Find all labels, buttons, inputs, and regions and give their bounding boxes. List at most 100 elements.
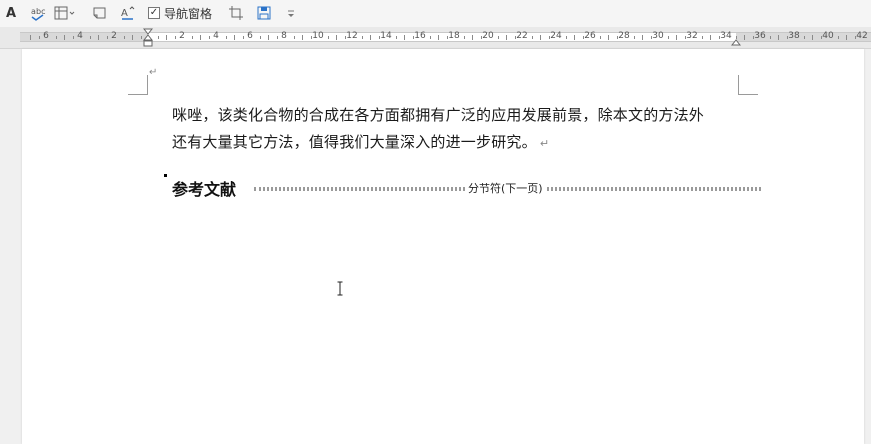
ruler-tick	[345, 36, 346, 39]
ruler-tick	[438, 35, 439, 40]
ruler-tick	[778, 35, 779, 40]
ruler-tick	[617, 36, 618, 39]
nav-pane-checkbox[interactable]: ✓	[148, 7, 160, 19]
ruler-label: 4	[77, 31, 83, 41]
ruler-label: 36	[754, 31, 766, 41]
body-paragraph-line-1[interactable]: 咪唑，该类化合物的合成在各方面都拥有广泛的应用发展前景，除本文的方法外	[172, 104, 772, 125]
ruler-tick	[30, 35, 31, 40]
ruler-tick	[812, 35, 813, 40]
ruler-tick	[302, 35, 303, 40]
ruler-tick	[268, 35, 269, 40]
ruler-tick	[396, 36, 397, 39]
ruler-tick	[90, 36, 91, 39]
first-line-indent-marker[interactable]	[143, 28, 153, 48]
ruler-tick	[719, 36, 720, 39]
ruler-tick	[608, 35, 609, 40]
ruler-tick	[328, 36, 329, 39]
ruler-tick	[192, 36, 193, 39]
ruler-tick	[98, 35, 99, 40]
ruler-tick	[430, 36, 431, 39]
ruler-tick	[838, 36, 839, 39]
ruler-tick	[855, 36, 856, 39]
ruler-label: 6	[43, 31, 49, 41]
ruler-tick	[506, 35, 507, 40]
top-right-margin-mark	[738, 75, 758, 95]
ruler-label: 32	[686, 31, 698, 41]
save-as-icon[interactable]	[256, 4, 274, 22]
ruler-tick	[464, 36, 465, 39]
ruler-label: 20	[482, 31, 494, 41]
ruler-tick	[685, 36, 686, 39]
ruler-tick	[770, 36, 771, 39]
text-box-icon[interactable]	[92, 4, 108, 22]
ruler-label: 10	[312, 31, 324, 41]
document-page[interactable]: ↵ 咪唑，该类化合物的合成在各方面都拥有广泛的应用发展前景，除本文的方法外 还有…	[22, 49, 864, 444]
ruler-tick	[124, 36, 125, 39]
body-paragraph-line-2[interactable]: 还有大量其它方法，值得我们大量深入的进一步研究。 ↵	[172, 131, 772, 152]
ruler-tick	[56, 36, 57, 39]
ruler-tick	[370, 35, 371, 40]
ruler-tick	[753, 36, 754, 39]
ruler-text-area	[148, 32, 736, 42]
ruler-tick	[379, 36, 380, 39]
ruler-tick	[532, 36, 533, 39]
ruler-tick	[141, 36, 142, 39]
ruler-tick	[787, 36, 788, 39]
ruler-tick	[175, 36, 176, 39]
ruler-label: 40	[822, 31, 834, 41]
ruler-tick	[39, 36, 40, 39]
ruler-tick	[226, 36, 227, 39]
document-workspace: ↵ 咪唑，该类化合物的合成在各方面都拥有广泛的应用发展前景，除本文的方法外 还有…	[0, 49, 871, 444]
ruler-tick	[277, 36, 278, 39]
ruler-label: 22	[516, 31, 528, 41]
ruler-tick	[668, 36, 669, 39]
ruler-tick	[336, 35, 337, 40]
ruler-tick	[73, 36, 74, 39]
section-break-label: 分节符(下一页)	[465, 180, 546, 196]
ruler-label: 14	[380, 31, 392, 41]
horizontal-ruler[interactable]: 6 4 2 2 4 6 8 10 12 14 16 18 20 22 24 26 28 30 32 34 36 38 40 4…	[0, 27, 871, 49]
ruler-label: 42	[856, 31, 868, 41]
ruler-tick	[566, 36, 567, 39]
quick-toolbar: A a bc A ✓ 导航窗格	[0, 0, 871, 27]
ruler-tick	[676, 35, 677, 40]
ruler-label: 28	[618, 31, 630, 41]
top-left-margin-mark	[128, 75, 148, 95]
references-heading[interactable]: 参考文献	[172, 176, 236, 200]
text-cursor-icon	[337, 281, 343, 296]
ruler-tick	[574, 35, 575, 40]
ruler-tick	[234, 35, 235, 40]
ruler-tick	[362, 36, 363, 39]
spell-check-icon[interactable]: a bc	[30, 4, 50, 22]
font-icon[interactable]: A	[6, 4, 16, 22]
ruler-tick	[498, 36, 499, 39]
ruler-tick	[107, 36, 108, 39]
customize-toolbar-icon[interactable]	[287, 4, 295, 22]
ruler-tick	[413, 36, 414, 39]
page-margin-icon[interactable]	[53, 4, 75, 22]
ruler-tick	[243, 36, 244, 39]
ruler-label: 24	[550, 31, 562, 41]
ruler-tick	[744, 35, 745, 40]
ruler-tick	[821, 36, 822, 39]
ruler-label: 2	[111, 31, 117, 41]
ruler-tick	[600, 36, 601, 39]
text-direction-icon[interactable]: A	[119, 4, 135, 22]
ruler-tick	[515, 36, 516, 39]
paragraph-format-bullet	[164, 174, 167, 177]
svg-text:A: A	[121, 8, 128, 19]
ruler-tick	[634, 36, 635, 39]
ruler-tick	[583, 36, 584, 39]
ruler-tick	[710, 35, 711, 40]
ruler-label: 30	[652, 31, 664, 41]
ruler-label: 6	[247, 31, 253, 41]
ruler-tick	[447, 36, 448, 39]
ruler-label: 4	[213, 31, 219, 41]
right-indent-marker[interactable]	[731, 37, 741, 47]
ruler-tick	[651, 36, 652, 39]
nav-pane-toggle[interactable]: ✓ 导航窗格	[148, 4, 212, 22]
crop-icon[interactable]	[228, 4, 244, 22]
ruler-tick	[260, 36, 261, 39]
ruler-label: 12	[346, 31, 358, 41]
ruler-tick	[158, 36, 159, 39]
